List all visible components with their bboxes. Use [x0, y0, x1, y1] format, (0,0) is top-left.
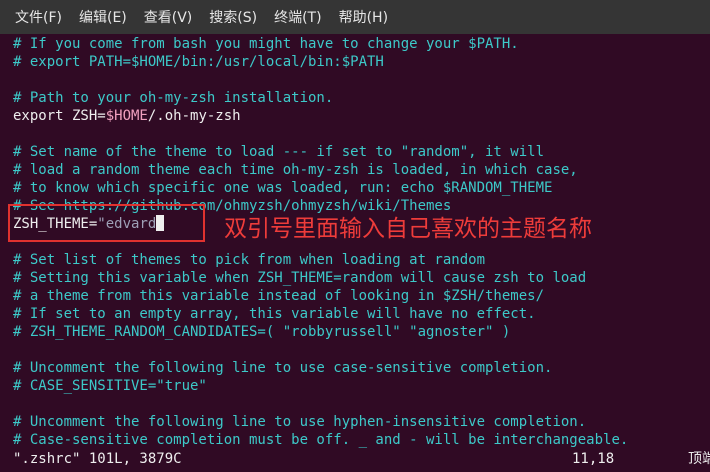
- export-keyword: export ZSH=: [13, 108, 106, 124]
- code-line: # CASE_SENSITIVE="true": [13, 378, 207, 394]
- code-line: # If you come from bash you might have t…: [13, 36, 519, 52]
- code-line: # a theme from this variable instead of …: [13, 288, 545, 304]
- code-line: # If set to an empty array, this variabl…: [13, 306, 536, 322]
- status-bar: ".zshrc" 101L, 3879C 11,18 顶端: [0, 450, 710, 468]
- code-line: # export PATH=$HOME/bin:/usr/local/bin:$…: [13, 54, 384, 70]
- terminal-text-area[interactable]: # If you come from bash you might have t…: [0, 34, 710, 472]
- status-cursor-position: 11,18: [572, 451, 615, 467]
- menu-file[interactable]: 文件(F): [8, 3, 69, 31]
- home-variable: $HOME: [105, 108, 148, 124]
- code-line: # to know which specific one was loaded,…: [13, 180, 553, 196]
- menu-bar: 文件(F) 编辑(E) 查看(V) 搜索(S) 终端(T) 帮助(H): [0, 0, 710, 34]
- menu-terminal[interactable]: 终端(T): [267, 3, 328, 31]
- zsh-path: /.oh-my-zsh: [147, 108, 241, 124]
- menu-help[interactable]: 帮助(H): [332, 3, 395, 31]
- code-line: # Uncomment the following line to use hy…: [13, 414, 587, 430]
- code-line: # ZSH_THEME_RANDOM_CANDIDATES=( "robbyru…: [13, 324, 511, 340]
- terminal-window: 文件(F) 编辑(E) 查看(V) 搜索(S) 终端(T) 帮助(H) # If…: [0, 0, 710, 472]
- code-line: # Setting this variable when ZSH_THEME=r…: [13, 270, 587, 286]
- status-file-info: ".zshrc" 101L, 3879C: [13, 451, 182, 467]
- menu-search[interactable]: 搜索(S): [202, 3, 264, 31]
- code-line: # Case-sensitive completion must be off.…: [13, 432, 629, 448]
- code-line-export-zsh: export ZSH=$HOME/.oh-my-zsh: [13, 107, 241, 125]
- code-line: # Set list of themes to pick from when l…: [13, 252, 486, 268]
- code-line: # Path to your oh-my-zsh installation.: [13, 90, 334, 106]
- code-line: # load a random theme each time oh-my-zs…: [13, 162, 578, 178]
- theme-highlight-box: [8, 204, 205, 242]
- menu-view[interactable]: 查看(V): [137, 3, 200, 31]
- status-scroll-position: 顶端: [688, 451, 710, 467]
- menu-edit[interactable]: 编辑(E): [72, 3, 134, 31]
- annotation-text: 双引号里面输入自己喜欢的主题名称: [224, 216, 592, 242]
- code-line: # Uncomment the following line to use ca…: [13, 360, 553, 376]
- code-line: # Set name of the theme to load --- if s…: [13, 144, 545, 160]
